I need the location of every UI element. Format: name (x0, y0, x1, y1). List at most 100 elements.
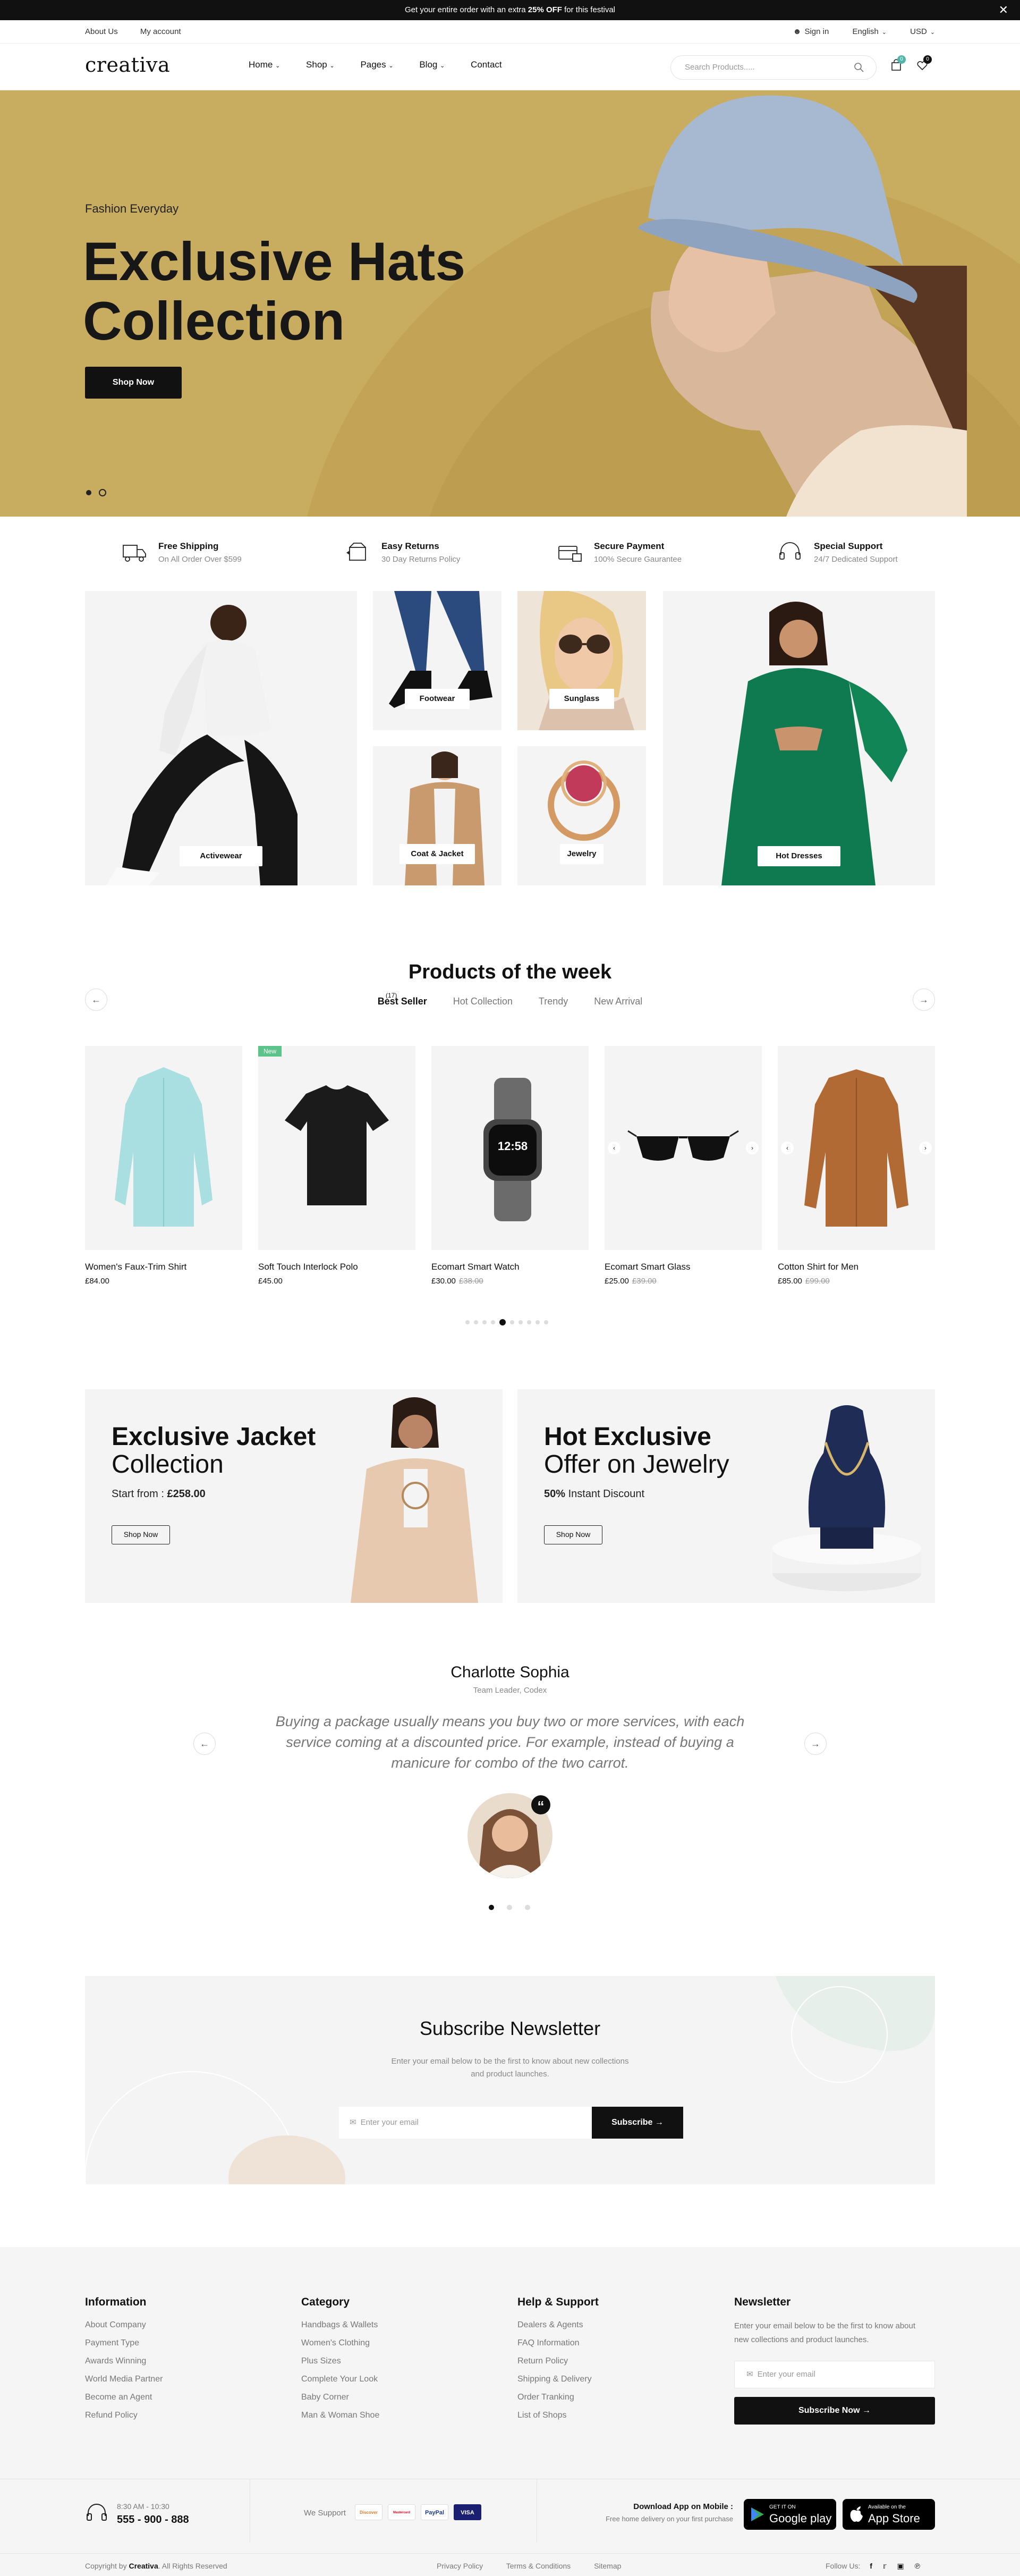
category-tile-jewelry[interactable]: Jewelry (517, 746, 646, 885)
twitter-icon[interactable]: 𝕣 (883, 2562, 887, 2570)
product-name[interactable]: Cotton Shirt for Men (778, 1262, 858, 1272)
nav-item-home[interactable]: Home ⌄ (249, 60, 280, 70)
footer-link[interactable]: Awards Winning (85, 2352, 244, 2370)
newsletter-email-input[interactable]: ✉ Enter your email (339, 2107, 592, 2139)
tab-trendy[interactable]: Trendy (539, 996, 568, 1007)
my-account-link[interactable]: My account (140, 27, 181, 36)
search-icon[interactable] (854, 62, 864, 73)
slider-dot[interactable] (86, 490, 91, 495)
product-card[interactable]: ‹ › (778, 1046, 935, 1250)
product-card[interactable] (85, 1046, 242, 1250)
footer-link[interactable]: Plus Sizes (301, 2352, 461, 2370)
pagination-dot[interactable] (544, 1320, 548, 1324)
category-tile-sunglass[interactable]: Sunglass (517, 591, 646, 730)
sign-in-link[interactable]: ☻ Sign in (793, 27, 829, 36)
footer-link[interactable]: List of Shops (517, 2406, 677, 2425)
wishlist-button[interactable]: 0 (916, 55, 932, 75)
testimonial-prev-button[interactable]: ← (193, 1733, 216, 1755)
jacket-model-image (351, 1397, 478, 1603)
footer-subscribe-button[interactable]: Subscribe Now → (734, 2397, 935, 2425)
footer-link[interactable]: Dealers & Agents (517, 2316, 677, 2334)
promo-shop-now-button[interactable]: Shop Now (544, 1525, 602, 1544)
pagination-dot[interactable] (510, 1320, 514, 1324)
subscribe-button[interactable]: Subscribe → (592, 2107, 683, 2139)
language-select[interactable]: English ⌄ (853, 27, 887, 36)
footer-link[interactable]: Man & Woman Shoe (301, 2406, 461, 2425)
tab-new-arrival[interactable]: New Arrival (594, 996, 642, 1007)
category-tile-activewear[interactable]: Activewear (85, 591, 357, 885)
pagination-dot-active[interactable] (499, 1319, 506, 1325)
footer-link[interactable]: Baby Corner (301, 2388, 461, 2406)
footer-link[interactable]: Shipping & Delivery (517, 2370, 677, 2388)
product-name[interactable]: Soft Touch Interlock Polo (258, 1262, 358, 1272)
category-tile-hot-dresses[interactable]: Hot Dresses (663, 591, 935, 885)
sitemap-link[interactable]: Sitemap (594, 2562, 621, 2570)
footer-link[interactable]: Payment Type (85, 2334, 244, 2352)
tab-best-seller[interactable]: Best Seller (378, 996, 427, 1007)
product-name[interactable]: Women's Faux-Trim Shirt (85, 1262, 186, 1272)
nav-item-blog[interactable]: Blog ⌄ (419, 60, 445, 70)
footer-email-input[interactable]: ✉ Enter your email (734, 2361, 935, 2388)
tab-hot-collection[interactable]: Hot Collection (453, 996, 513, 1007)
support-phone[interactable]: 555 - 900 - 888 (117, 2514, 189, 2526)
copyright-brand[interactable]: Creativa (129, 2562, 158, 2570)
pagination-dot[interactable] (518, 1320, 523, 1324)
about-us-link[interactable]: About Us (85, 27, 118, 36)
pagination-dot[interactable] (482, 1320, 487, 1324)
products-next-button[interactable]: → (913, 989, 935, 1011)
promo-title: Hot Exclusive (544, 1423, 711, 1451)
nav-item-contact[interactable]: Contact (471, 60, 502, 70)
footer-link[interactable]: Complete Your Look (301, 2370, 461, 2388)
image-next-icon[interactable]: › (919, 1142, 932, 1154)
product-card[interactable]: New (258, 1046, 415, 1250)
google-play-button[interactable]: GET IT ON Google play (744, 2499, 836, 2530)
footer-link[interactable]: FAQ Information (517, 2334, 677, 2352)
terms-link[interactable]: Terms & Conditions (506, 2562, 571, 2570)
testimonial-dot[interactable] (507, 1905, 512, 1910)
announcement-text-end: for this festival (562, 5, 615, 14)
hero-shop-now-button[interactable]: Shop Now (85, 367, 182, 399)
testimonial-next-button[interactable]: → (804, 1733, 827, 1755)
pagination-dot[interactable] (527, 1320, 531, 1324)
product-card[interactable]: 12:58 (431, 1046, 589, 1250)
footer-link[interactable]: Become an Agent (85, 2388, 244, 2406)
testimonial-dot[interactable] (525, 1905, 530, 1910)
footer-link[interactable]: Order Tranking (517, 2388, 677, 2406)
instagram-icon[interactable]: ▣ (897, 2562, 904, 2570)
close-icon[interactable]: ✕ (999, 0, 1008, 20)
app-store-button[interactable]: Available on the App Store (843, 2499, 935, 2530)
promo-shop-now-button[interactable]: Shop Now (112, 1525, 170, 1544)
image-next-icon[interactable]: › (746, 1142, 759, 1154)
pinterest-icon[interactable]: ℗ (915, 2562, 920, 2570)
privacy-policy-link[interactable]: Privacy Policy (437, 2562, 483, 2570)
search-input[interactable]: Search Products..... (670, 55, 877, 80)
footer-col-title: Information (85, 2296, 147, 2308)
category-tile-coat-jacket[interactable]: Coat & Jacket (373, 746, 502, 885)
nav-item-pages[interactable]: Pages ⌄ (360, 60, 393, 70)
pagination-dot[interactable] (474, 1320, 478, 1324)
slider-dot-active[interactable] (99, 489, 106, 496)
footer-link[interactable]: Women's Clothing (301, 2334, 461, 2352)
image-prev-icon[interactable]: ‹ (608, 1142, 620, 1154)
facebook-icon[interactable]: f (870, 2562, 872, 2570)
product-card[interactable]: ‹ › (605, 1046, 762, 1250)
nav-item-shop[interactable]: Shop ⌄ (306, 60, 335, 70)
testimonial-dot-active[interactable] (489, 1905, 494, 1910)
pagination-dot[interactable] (465, 1320, 470, 1324)
footer-link[interactable]: Handbags & Wallets (301, 2316, 461, 2334)
currency-select[interactable]: USD ⌄ (910, 27, 935, 36)
footer-link[interactable]: About Company (85, 2316, 244, 2334)
product-name[interactable]: Ecomart Smart Watch (431, 1262, 520, 1272)
footer-link[interactable]: Return Policy (517, 2352, 677, 2370)
category-tile-footwear[interactable]: Footwear (373, 591, 502, 730)
pagination-dot[interactable] (491, 1320, 495, 1324)
footer-link[interactable]: World Media Partner (85, 2370, 244, 2388)
products-prev-button[interactable]: ← (85, 989, 107, 1011)
promo-title: Exclusive Jacket (112, 1423, 316, 1451)
logo[interactable]: creativa (85, 53, 170, 77)
footer-link[interactable]: Refund Policy (85, 2406, 244, 2425)
image-prev-icon[interactable]: ‹ (781, 1142, 794, 1154)
cart-button[interactable]: 0 (890, 55, 906, 75)
product-name[interactable]: Ecomart Smart Glass (605, 1262, 691, 1272)
pagination-dot[interactable] (536, 1320, 540, 1324)
